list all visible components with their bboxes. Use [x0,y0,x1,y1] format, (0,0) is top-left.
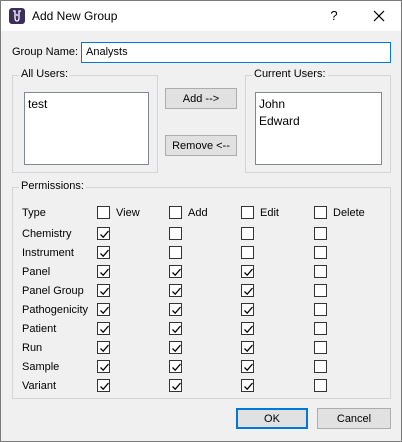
panel-group-add-checkbox[interactable] [169,284,182,297]
permission-row-label-panel: Panel [22,266,51,278]
run-edit-checkbox[interactable] [241,341,254,354]
chemistry-edit-checkbox[interactable] [241,227,254,240]
permission-row-label-patient: Patient [22,323,57,335]
instrument-add-checkbox[interactable] [169,246,182,259]
list-item[interactable]: John [259,96,378,113]
group-name-input[interactable]: Analysts [81,42,391,63]
add-user-button[interactable]: Add --> [165,88,237,109]
pathogenicity-delete-checkbox[interactable] [314,303,327,316]
patient-view-checkbox[interactable] [97,322,110,335]
patient-delete-checkbox[interactable] [314,322,327,335]
all-users-title: All Users: [19,68,71,80]
column-header-edit: Edit [260,207,279,219]
column-header-add: Add [188,207,208,219]
current-users-title: Current Users: [252,68,328,80]
app-icon [9,8,25,24]
permission-row-label-variant: Variant [22,380,57,392]
list-item[interactable]: Edward [259,113,378,130]
close-icon [373,10,385,22]
instrument-edit-checkbox[interactable] [241,246,254,259]
panel-delete-checkbox[interactable] [314,265,327,278]
select-all-view-checkbox[interactable] [97,206,110,219]
current-users-list[interactable]: John Edward [255,92,382,165]
list-item[interactable]: test [28,96,145,113]
select-all-delete-checkbox[interactable] [314,206,327,219]
sample-view-checkbox[interactable] [97,360,110,373]
select-all-add-checkbox[interactable] [169,206,182,219]
permissions-title: Permissions: [19,180,86,192]
remove-user-button[interactable]: Remove <-- [165,135,237,156]
permission-row-label-pathogenicity: Pathogenicity [22,304,89,316]
pathogenicity-edit-checkbox[interactable] [241,303,254,316]
cancel-button[interactable]: Cancel [317,408,391,429]
panel-edit-checkbox[interactable] [241,265,254,278]
instrument-view-checkbox[interactable] [97,246,110,259]
column-header-view: View [116,207,140,219]
group-name-label: Group Name: [12,46,79,58]
chemistry-delete-checkbox[interactable] [314,227,327,240]
chemistry-view-checkbox[interactable] [97,227,110,240]
permission-row-label-run: Run [22,342,43,354]
chemistry-add-checkbox[interactable] [169,227,182,240]
window-title: Add New Group [32,9,118,23]
permission-row-label-chemistry: Chemistry [22,228,72,240]
panel-add-checkbox[interactable] [169,265,182,278]
add-group-dialog: Add New Group ? Group Name: Analysts All… [0,0,402,442]
permission-row-label-instrument: Instrument [22,247,74,259]
variant-view-checkbox[interactable] [97,379,110,392]
pathogenicity-view-checkbox[interactable] [97,303,110,316]
close-button[interactable] [361,1,397,31]
run-delete-checkbox[interactable] [314,341,327,354]
pathogenicity-add-checkbox[interactable] [169,303,182,316]
help-button[interactable]: ? [319,1,349,31]
sample-delete-checkbox[interactable] [314,360,327,373]
variant-add-checkbox[interactable] [169,379,182,392]
panel-group-view-checkbox[interactable] [97,284,110,297]
panel-group-delete-checkbox[interactable] [314,284,327,297]
sample-edit-checkbox[interactable] [241,360,254,373]
ok-button[interactable]: OK [236,408,308,429]
column-header-delete: Delete [333,207,365,219]
type-header-label: Type [22,207,46,219]
select-all-edit-checkbox[interactable] [241,206,254,219]
panel-view-checkbox[interactable] [97,265,110,278]
patient-edit-checkbox[interactable] [241,322,254,335]
run-add-checkbox[interactable] [169,341,182,354]
sample-add-checkbox[interactable] [169,360,182,373]
panel-group-edit-checkbox[interactable] [241,284,254,297]
patient-add-checkbox[interactable] [169,322,182,335]
title-bar: Add New Group ? [1,1,401,31]
variant-edit-checkbox[interactable] [241,379,254,392]
permission-row-label-sample: Sample [22,361,60,373]
all-users-group: All Users: test [12,68,158,173]
instrument-delete-checkbox[interactable] [314,246,327,259]
run-view-checkbox[interactable] [97,341,110,354]
permission-row-label-panel-group: Panel Group [22,285,84,297]
current-users-group: Current Users: John Edward [245,68,391,173]
variant-delete-checkbox[interactable] [314,379,327,392]
all-users-list[interactable]: test [24,92,149,165]
